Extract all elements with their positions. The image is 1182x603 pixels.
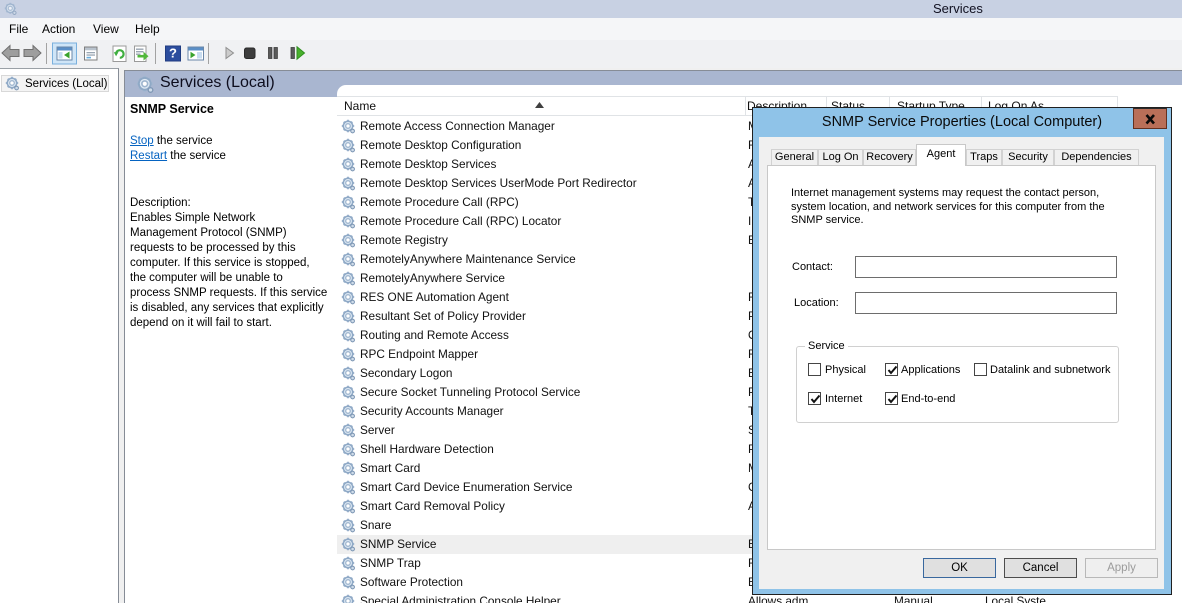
- svg-text:?: ?: [169, 46, 177, 61]
